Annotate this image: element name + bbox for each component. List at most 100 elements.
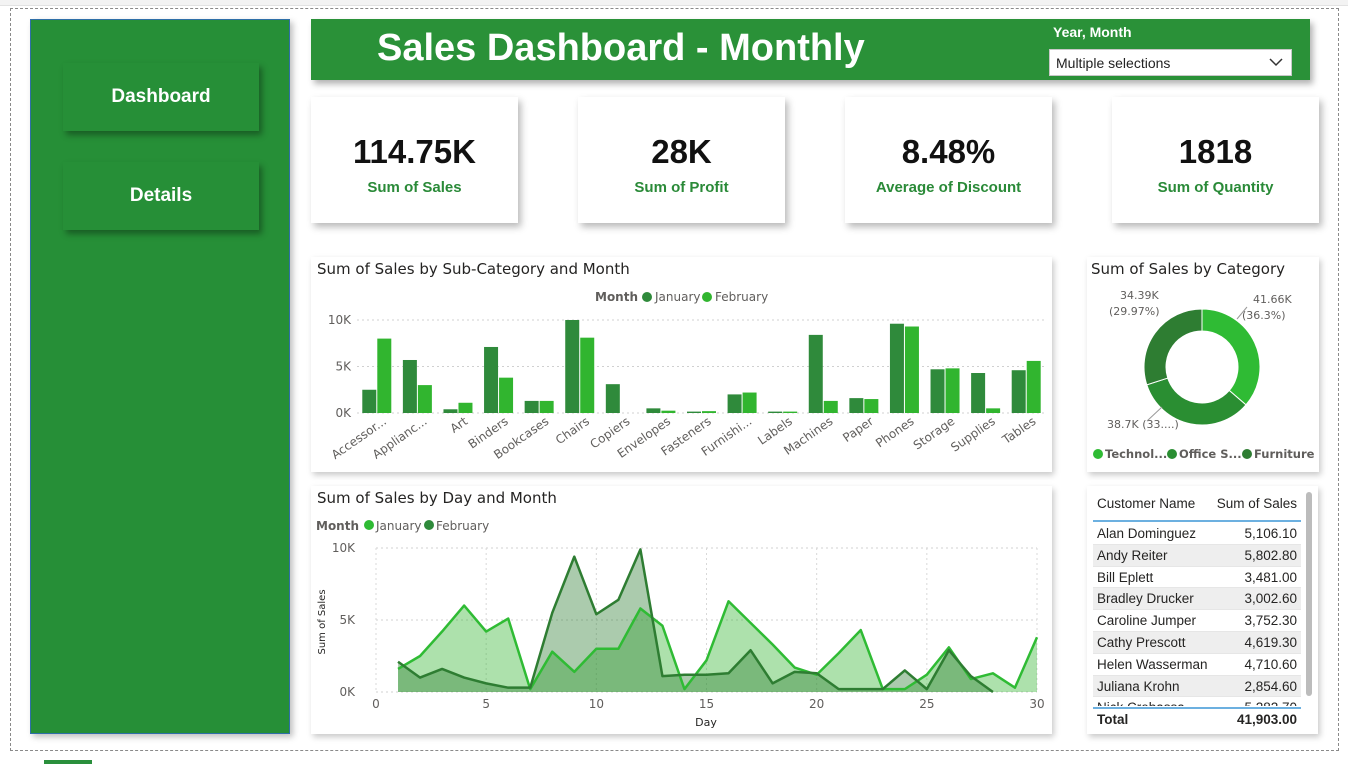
bar-january	[484, 346, 499, 413]
bar-february	[1026, 360, 1041, 413]
legend-label: Technol...	[1105, 447, 1167, 461]
customer-name-cell: Nick Crebassa	[1097, 697, 1185, 706]
sales-value-cell: 3,481.00	[1244, 569, 1297, 585]
bar-january	[524, 400, 539, 413]
kpi-card-sales[interactable]: 114.75K Sum of Sales	[311, 97, 518, 223]
bar-january	[687, 411, 701, 413]
bar-january	[362, 389, 377, 413]
legend-marker	[702, 292, 712, 302]
table-row[interactable]: Alan Dominguez 5,106.10	[1093, 523, 1301, 545]
sales-value-cell: 3,002.60	[1244, 591, 1297, 607]
table-header: Customer Name Sum of Sales	[1093, 494, 1301, 522]
bar-february	[417, 385, 432, 413]
y-tick-label: 10K	[328, 313, 352, 327]
x-tick-label: Chairs	[553, 414, 592, 447]
page-title: Sales Dashboard - Monthly	[377, 27, 865, 69]
kpi-label: Sum of Quantity	[1157, 179, 1274, 196]
dashboard-nav-button[interactable]: Dashboard	[63, 63, 259, 131]
details-nav-button[interactable]: Details	[63, 162, 259, 230]
bar-february	[823, 400, 838, 413]
donut-chart-svg: 41.66K (36.3%) 38.7K (33....) 34.39K (29.97%…	[1093, 289, 1315, 461]
table-row[interactable]: Bradley Drucker 3,002.60	[1093, 588, 1301, 611]
kpi-card-profit[interactable]: 28K Sum of Profit	[578, 97, 785, 223]
legend-label-january: January	[375, 519, 422, 533]
table-scrollbar[interactable]	[1306, 492, 1312, 696]
top-ribbon-strip	[0, 0, 1348, 6]
customer-sales-table[interactable]: Customer Name Sum of Sales Alan Domingue…	[1087, 486, 1318, 734]
table-row[interactable]: Bill Eplett 3,481.00	[1093, 567, 1301, 589]
donut-chart-panel[interactable]: Sum of Sales by Category 41.66K (36.3%) 38…	[1087, 257, 1319, 472]
bar-january	[889, 323, 904, 413]
bar-february	[539, 400, 554, 413]
x-tick-label: Tables	[999, 414, 1038, 447]
legend-label: Office S...	[1179, 447, 1242, 461]
x-tick-label: Phones	[873, 414, 917, 450]
bar-february	[661, 410, 676, 413]
data-label-technology-pct: (36.3%)	[1242, 309, 1286, 322]
bar-january	[849, 398, 864, 413]
bar-january	[565, 320, 580, 413]
page-tab-indicator[interactable]	[44, 760, 92, 764]
bar-january	[768, 411, 783, 413]
donut-slice-technology	[1201, 308, 1261, 406]
bar-january	[402, 359, 417, 413]
bar-february	[580, 337, 595, 413]
kpi-value: 1818	[1178, 133, 1253, 170]
bar-chart-panel[interactable]: Sum of Sales by Sub-Category and Month M…	[311, 257, 1052, 472]
kpi-card-quantity[interactable]: 1818 Sum of Quantity	[1112, 97, 1319, 223]
kpi-card-discount[interactable]: 8.48% Average of Discount	[845, 97, 1052, 223]
sales-value-cell: 4,710.60	[1244, 656, 1297, 672]
sales-value-cell: 2,854.60	[1244, 678, 1297, 694]
bar-january	[443, 409, 458, 413]
year-month-slicer-dropdown[interactable]: Multiple selections	[1049, 49, 1292, 76]
kpi-value: 28K	[651, 133, 712, 170]
sales-value-cell: 5,106.10	[1244, 526, 1297, 541]
table-row[interactable]: Helen Wasserman 4,710.60	[1093, 654, 1301, 676]
x-tick-label: 5	[482, 697, 490, 711]
bar-february	[458, 402, 473, 413]
legend-marker	[1093, 449, 1103, 459]
x-tick-label: 20	[809, 697, 824, 711]
bar-february	[499, 377, 514, 413]
legend-marker	[642, 292, 652, 302]
sidebar: Dashboard Details	[30, 19, 290, 734]
kpi-label: Average of Discount	[875, 179, 1022, 196]
y-tick-label: 0K	[335, 406, 352, 420]
bar-february	[945, 368, 960, 413]
bar-february	[783, 411, 798, 413]
bar-january	[727, 394, 742, 413]
area-chart-svg: Month January February 0K 5K 10K 0 5 10 15 20 25 30 D…	[316, 519, 1045, 729]
table-row[interactable]: Cathy Prescott 4,619.30	[1093, 631, 1301, 654]
legend-marker	[364, 520, 374, 530]
column-header-customer[interactable]: Customer Name	[1097, 496, 1195, 511]
total-label: Total	[1097, 712, 1129, 727]
bar-chart-svg: Month January February0K5K10KAccessor...Ap…	[328, 290, 1047, 462]
total-value: 41,903.00	[1236, 712, 1297, 727]
column-header-sales[interactable]: Sum of Sales	[1217, 496, 1297, 511]
legend-label-february: February	[436, 519, 489, 533]
y-tick-label: 0K	[339, 685, 356, 699]
table-row[interactable]: Juliana Krohn 2,854.60	[1093, 675, 1301, 698]
year-month-slicer-label: Year, Month	[1053, 24, 1132, 40]
table-row[interactable]: Nick Crebassa 5,282.70	[1093, 697, 1301, 706]
table-row[interactable]: Caroline Jumper 3,752.30	[1093, 610, 1301, 632]
customer-name-cell: Andy Reiter	[1097, 547, 1168, 563]
bar-february	[904, 326, 919, 413]
table-row[interactable]: Andy Reiter 5,802.80	[1093, 544, 1301, 567]
data-label-office-supplies: 38.7K (33....)	[1107, 418, 1179, 431]
kpi-label: Sum of Sales	[367, 179, 462, 196]
x-tick-label: 15	[699, 697, 714, 711]
customer-name-cell: Alan Dominguez	[1097, 526, 1197, 541]
kpi-label: Sum of Profit	[634, 179, 729, 196]
sales-value-cell: 4,619.30	[1244, 634, 1297, 650]
donut-slice-furniture	[1143, 308, 1203, 386]
x-tick-label: 10	[589, 697, 604, 711]
customer-name-cell: Caroline Jumper	[1097, 613, 1197, 629]
legend-label-february: February	[715, 290, 768, 304]
bar-january	[930, 369, 945, 413]
data-label-furniture: 34.39K	[1120, 289, 1159, 302]
x-tick-label: 0	[372, 697, 380, 711]
slicer-value: Multiple selections	[1056, 54, 1171, 71]
customer-name-cell: Bradley Drucker	[1097, 591, 1194, 607]
area-chart-panel[interactable]: Sum of Sales by Day and Month Month Janua…	[311, 486, 1052, 734]
